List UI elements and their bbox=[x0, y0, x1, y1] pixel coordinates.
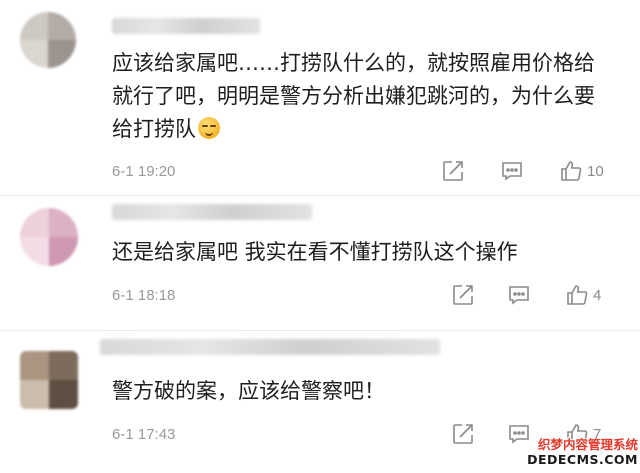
thumbs-up-icon bbox=[567, 285, 588, 305]
reply-button[interactable] bbox=[507, 283, 531, 307]
watermark-title: 织梦内容管理系统 bbox=[537, 437, 638, 452]
share-button[interactable] bbox=[451, 283, 475, 307]
thumbs-up-icon bbox=[561, 161, 582, 181]
comment-2: 还是给家属吧 我实在看不懂打捞队这个操作 6-1 18:18 4 bbox=[0, 196, 640, 330]
avatar[interactable] bbox=[20, 208, 78, 266]
share-button[interactable] bbox=[451, 422, 475, 446]
username[interactable] bbox=[100, 339, 440, 355]
comment-icon bbox=[509, 286, 529, 305]
comment-timestamp: 6-1 17:43 bbox=[112, 426, 176, 443]
share-icon bbox=[453, 424, 473, 444]
like-button[interactable]: 4 bbox=[565, 283, 601, 307]
username[interactable] bbox=[112, 204, 312, 220]
like-button[interactable]: 10 bbox=[559, 159, 604, 183]
comment-text: 应该给家属吧……打捞队什么的，就按照雇用价格给就行了吧，明明是警方分析出嫌犯跳河… bbox=[112, 51, 595, 141]
share-icon bbox=[443, 161, 463, 181]
comment-icon bbox=[502, 162, 522, 181]
like-count: 10 bbox=[587, 162, 604, 180]
watermark: 织梦内容管理系统 DEDECMS.COM bbox=[520, 437, 638, 471]
avatar[interactable] bbox=[20, 351, 78, 409]
username[interactable] bbox=[112, 18, 260, 34]
avatar[interactable] bbox=[20, 12, 76, 68]
like-count: 4 bbox=[593, 286, 602, 304]
comment-text: 还是给家属吧 我实在看不懂打捞队这个操作 bbox=[112, 240, 518, 264]
reply-button[interactable] bbox=[500, 159, 524, 183]
comment-timestamp: 6-1 18:18 bbox=[112, 287, 176, 304]
comment-text: 警方破的案，应该给警察吧！ bbox=[112, 379, 385, 403]
comment-1: 应该给家属吧……打捞队什么的，就按照雇用价格给就行了吧，明明是警方分析出嫌犯跳河… bbox=[0, 0, 640, 195]
share-button[interactable] bbox=[441, 159, 465, 183]
smirk-emoji bbox=[198, 117, 220, 139]
share-icon bbox=[453, 285, 473, 305]
watermark-domain: DEDECMS.COM bbox=[527, 452, 638, 467]
comment-timestamp: 6-1 19:20 bbox=[112, 163, 176, 180]
